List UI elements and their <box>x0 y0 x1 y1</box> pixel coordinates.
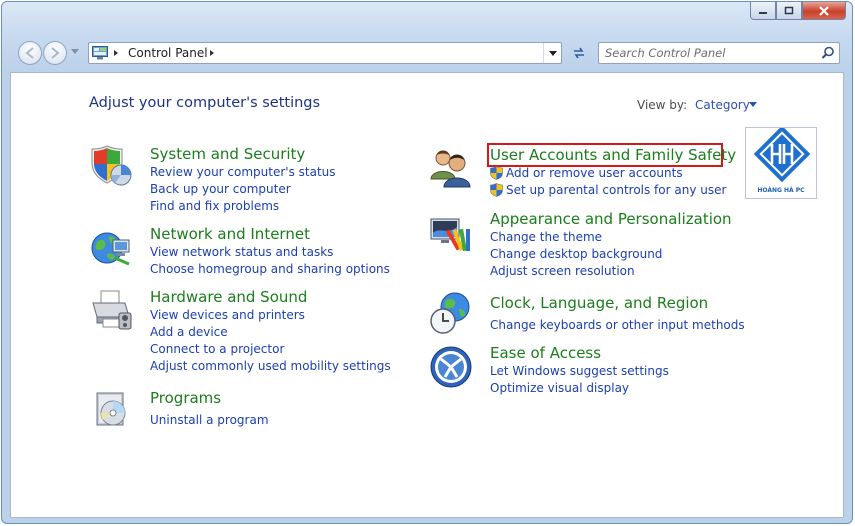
let-windows-suggest-link[interactable]: Let Windows suggest settings <box>490 364 669 378</box>
recent-pages-dropdown[interactable] <box>71 49 79 54</box>
breadcrumb-control-panel[interactable]: Control Panel <box>128 46 208 60</box>
ease-of-access-icon[interactable] <box>429 345 473 389</box>
mobility-settings-link[interactable]: Adjust commonly used mobility settings <box>150 359 391 373</box>
uninstall-program-link[interactable]: Uninstall a program <box>150 413 269 427</box>
appearance-personalization-title[interactable]: Appearance and Personalization <box>490 210 732 228</box>
adjust-screen-resolution-link[interactable]: Adjust screen resolution <box>490 264 635 278</box>
forward-button[interactable] <box>43 41 67 65</box>
refresh-button[interactable] <box>568 42 590 64</box>
breadcrumb-separator-icon[interactable] <box>210 50 214 56</box>
address-bar[interactable]: Control Panel <box>88 42 562 64</box>
chevron-down-icon[interactable] <box>749 102 757 107</box>
programs-disc-icon[interactable] <box>89 387 133 431</box>
find-fix-problems-link[interactable]: Find and fix problems <box>150 199 279 213</box>
network-internet-title[interactable]: Network and Internet <box>150 225 310 243</box>
system-security-title[interactable]: System and Security <box>150 145 305 163</box>
forward-arrow-icon <box>51 47 60 59</box>
control-panel-icon <box>92 46 108 60</box>
view-by-label: View by: <box>637 98 688 112</box>
clock-globe-icon[interactable] <box>429 291 473 335</box>
change-desktop-background-link[interactable]: Change desktop background <box>490 247 662 261</box>
page-title: Adjust your computer's settings <box>89 95 321 111</box>
uac-shield-icon <box>490 183 503 197</box>
users-icon[interactable] <box>429 145 473 189</box>
maximize-icon <box>784 6 794 15</box>
view-by-category-dropdown[interactable]: Category <box>695 98 750 112</box>
appearance-icon[interactable] <box>429 213 473 257</box>
change-theme-link[interactable]: Change the theme <box>490 230 602 244</box>
close-button[interactable] <box>802 2 846 20</box>
programs-title[interactable]: Programs <box>150 389 221 407</box>
address-history-dropdown[interactable] <box>543 43 561 63</box>
breadcrumb-separator-icon[interactable] <box>114 50 118 56</box>
network-globe-icon[interactable] <box>89 226 133 270</box>
homegroup-sharing-link[interactable]: Choose homegroup and sharing options <box>150 262 390 276</box>
control-panel-content: Adjust your computer's settings View by:… <box>10 72 844 518</box>
minimize-icon <box>759 11 767 14</box>
logo-text: HOÀNG HÀ PC <box>757 187 805 194</box>
view-devices-printers-link[interactable]: View devices and printers <box>150 308 305 322</box>
search-input[interactable] <box>605 45 815 61</box>
back-button[interactable] <box>18 41 42 65</box>
maximize-button[interactable] <box>776 2 802 20</box>
printer-icon[interactable] <box>89 287 133 331</box>
minimize-button[interactable] <box>750 2 776 20</box>
user-accounts-title[interactable]: User Accounts and Family Safety <box>490 146 736 164</box>
add-device-link[interactable]: Add a device <box>150 325 228 339</box>
optimize-visual-display-link[interactable]: Optimize visual display <box>490 381 629 395</box>
search-box <box>598 42 840 64</box>
refresh-icon <box>574 47 584 59</box>
hoang-ha-pc-logo-icon <box>753 125 811 183</box>
parental-controls-link[interactable]: Set up parental controls for any user <box>506 183 726 197</box>
hardware-sound-title[interactable]: Hardware and Sound <box>150 288 307 306</box>
backup-computer-link[interactable]: Back up your computer <box>150 182 291 196</box>
window-controls <box>750 2 846 20</box>
search-icon[interactable] <box>821 46 835 60</box>
control-panel-window: Control Panel Adjust your computer's set… <box>1 1 853 524</box>
add-remove-accounts-link[interactable]: Add or remove user accounts <box>506 166 683 180</box>
navigation-bar: Control Panel <box>16 40 840 66</box>
review-status-link[interactable]: Review your computer's status <box>150 165 336 179</box>
view-network-status-link[interactable]: View network status and tasks <box>150 245 333 259</box>
connect-projector-link[interactable]: Connect to a projector <box>150 342 284 356</box>
close-icon <box>819 5 829 16</box>
change-keyboards-link[interactable]: Change keyboards or other input methods <box>490 318 745 332</box>
clock-language-region-title[interactable]: Clock, Language, and Region <box>490 294 708 312</box>
uac-shield-icon <box>490 166 503 180</box>
watermark-logo: HOÀNG HÀ PC <box>745 125 817 199</box>
system-security-icon[interactable] <box>89 143 133 187</box>
ease-of-access-title[interactable]: Ease of Access <box>490 344 601 362</box>
back-arrow-icon <box>25 47 34 59</box>
